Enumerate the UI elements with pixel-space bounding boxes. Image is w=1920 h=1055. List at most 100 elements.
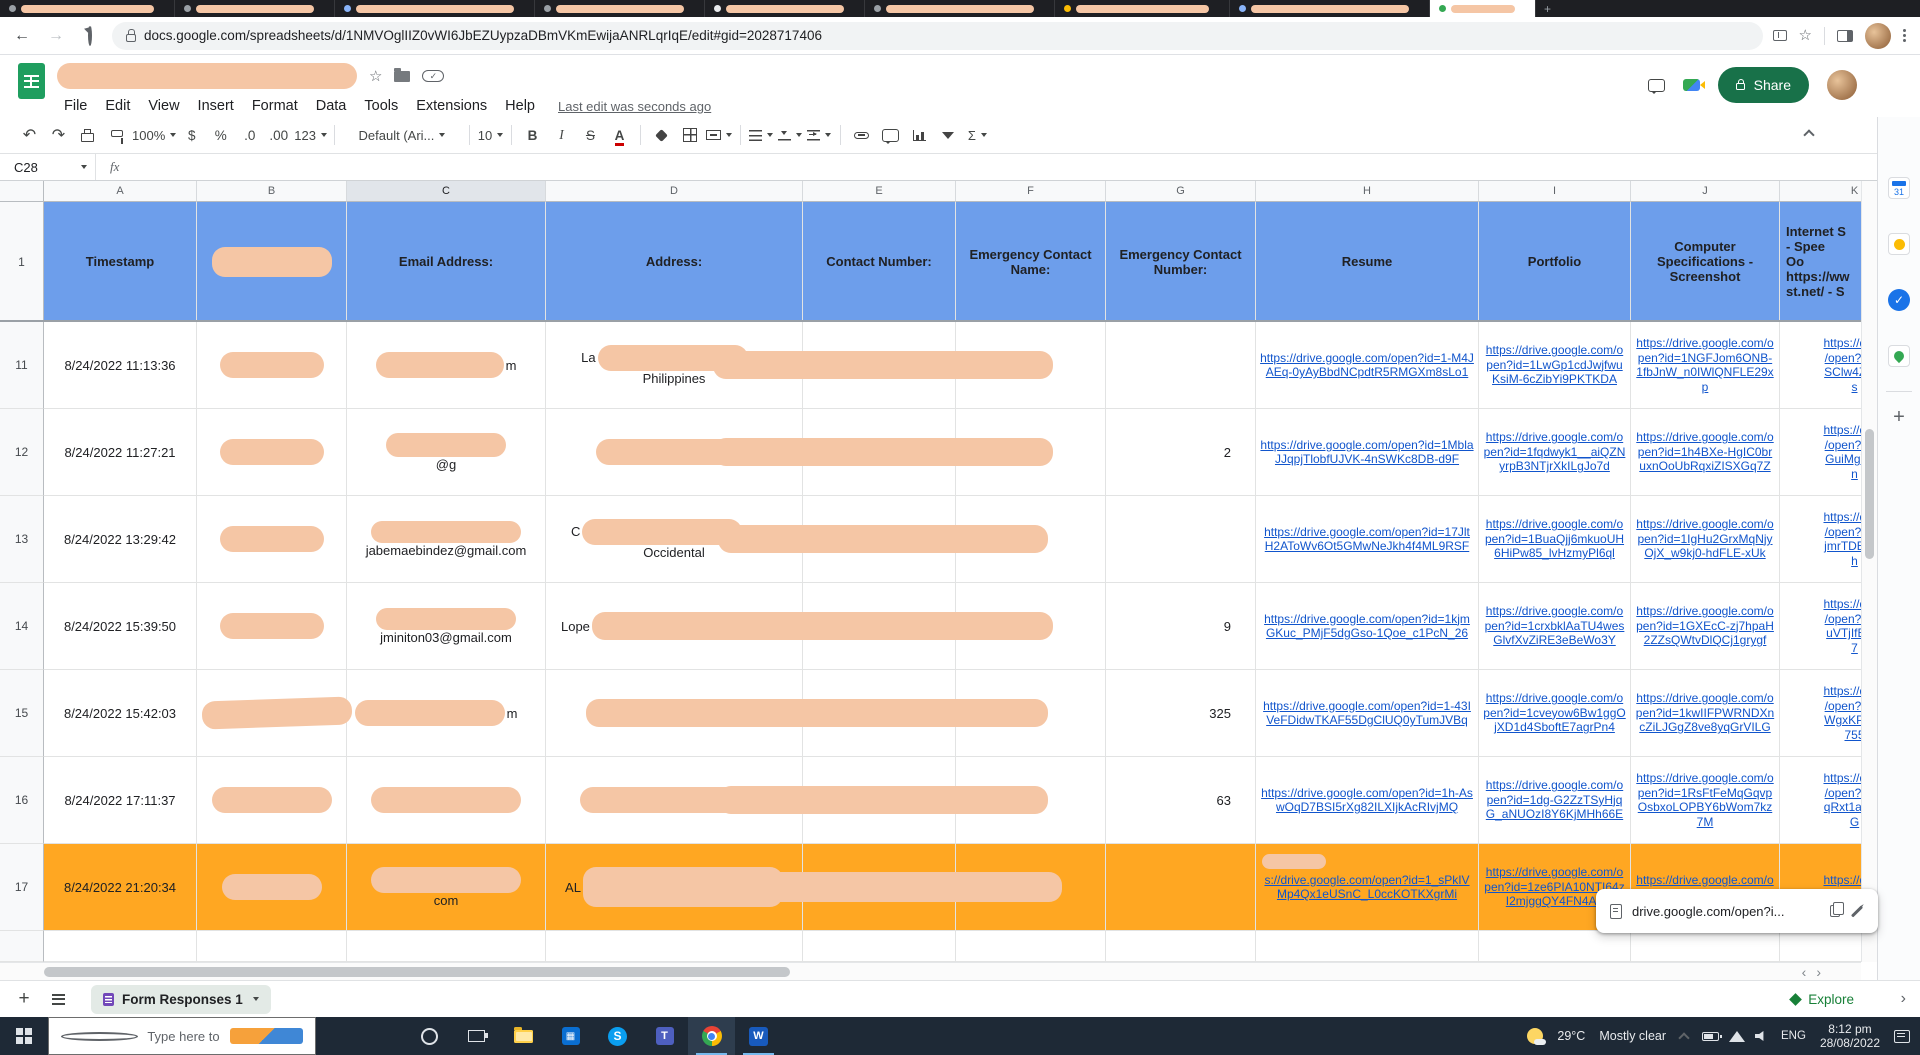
cell-J11[interactable]: https://drive.google.com/open?id=1NGFJom… xyxy=(1631,322,1780,409)
drive-link-fragment[interactable]: G xyxy=(1850,815,1859,830)
cell-H18[interactable] xyxy=(1256,931,1479,962)
share-page-icon[interactable] xyxy=(1772,30,1787,41)
cell-G11[interactable] xyxy=(1106,322,1256,409)
paint-format-button[interactable] xyxy=(103,122,130,149)
add-sheet-button[interactable]: + xyxy=(10,988,38,1010)
drive-link-fragment[interactable]: SClw4ZPTI xyxy=(1824,365,1861,380)
app-chrome[interactable] xyxy=(688,1017,735,1055)
row-header-17[interactable]: 17 xyxy=(0,844,44,931)
drive-link[interactable]: https://drive.google.com/open?id=1h4BXe-… xyxy=(1635,430,1775,474)
cell-I16[interactable]: https://drive.google.com/open?id=1dg-G2Z… xyxy=(1479,757,1631,844)
all-sheets-icon[interactable] xyxy=(52,993,65,1005)
cell-D1[interactable]: Address: xyxy=(546,202,803,322)
cell-E15[interactable] xyxy=(718,670,1048,757)
drive-link-fragment[interactable]: /open?id=1 xyxy=(1825,525,1861,540)
menu-file[interactable]: File xyxy=(57,96,94,116)
cell-H17[interactable]: s://drive.google.com/open?id=1_sPkIVMp4Q… xyxy=(1256,844,1479,931)
cell-K15[interactable]: https://drive/open?id=1WgxKPsSe755 xyxy=(1780,670,1861,757)
cell-E14[interactable] xyxy=(713,583,1053,670)
cell-C12[interactable]: @g xyxy=(347,409,546,496)
cell-K13[interactable]: https://drive/open?id=1jmrTDEo07h xyxy=(1780,496,1861,583)
drive-link[interactable]: https://drive.google.com/open?id=1fqdwyk… xyxy=(1483,430,1626,474)
scroll-left-icon[interactable]: ‹ xyxy=(1802,964,1807,980)
network-icon[interactable] xyxy=(1729,1030,1746,1042)
star-document-icon[interactable]: ☆ xyxy=(369,69,382,84)
column-header-E[interactable]: E xyxy=(803,181,956,202)
app-word[interactable]: W xyxy=(735,1017,782,1055)
cell-C1[interactable]: Email Address: xyxy=(347,202,546,322)
drive-link-fragment[interactable]: WgxKPsSe xyxy=(1824,713,1861,728)
cell-C13[interactable]: jabemaebindez@gmail.com xyxy=(347,496,546,583)
drive-link[interactable]: https://drive.google.com/open?id=1GXEcC-… xyxy=(1635,604,1775,648)
keep-icon[interactable] xyxy=(1888,233,1910,255)
battery-icon[interactable] xyxy=(1702,1031,1723,1041)
row-header-11[interactable]: 11 xyxy=(0,322,44,409)
drive-link[interactable]: s://drive.google.com/open?id=1_sPkIVMp4Q… xyxy=(1260,873,1474,902)
cell-K18[interactable] xyxy=(1780,931,1861,962)
cell-F1[interactable]: Emergency Contact Name: xyxy=(956,202,1106,322)
cell-G14[interactable]: 9 xyxy=(1106,583,1256,670)
browser-tab-5[interactable] xyxy=(705,0,865,17)
column-header-B[interactable]: B xyxy=(197,181,347,202)
cell-A17[interactable]: 8/24/2022 21:20:34 xyxy=(44,844,197,931)
row-header-1[interactable]: 1 xyxy=(0,202,44,322)
select-all-corner[interactable] xyxy=(0,181,44,202)
side-panel-icon[interactable] xyxy=(1837,29,1853,42)
cell-K12[interactable]: https://drive/open?id=1GuiMgY3lJn xyxy=(1780,409,1861,496)
cell-I14[interactable]: https://drive.google.com/open?id=1crxbkl… xyxy=(1479,583,1631,670)
borders-button[interactable] xyxy=(677,122,704,149)
drive-link-fragment[interactable]: h xyxy=(1851,554,1858,569)
strikethrough-button[interactable]: S xyxy=(577,122,604,149)
cell-A13[interactable]: 8/24/2022 13:29:42 xyxy=(44,496,197,583)
browser-tab-6[interactable] xyxy=(865,0,1055,17)
action-center-icon[interactable] xyxy=(1894,1029,1910,1043)
drive-link[interactable]: https://drive.google.com/open?id=1kjmGKu… xyxy=(1260,612,1474,641)
browser-profile-avatar[interactable] xyxy=(1865,22,1891,49)
drive-link-fragment[interactable]: GuiMgY3lJ xyxy=(1825,452,1861,467)
address-bar[interactable]: docs.google.com/spreadsheets/d/1NMVOglII… xyxy=(112,21,1763,50)
cell-A12[interactable]: 8/24/2022 11:27:21 xyxy=(44,409,197,496)
menu-tools[interactable]: Tools xyxy=(357,96,405,116)
cell-J16[interactable]: https://drive.google.com/open?id=1RsFtFe… xyxy=(1631,757,1780,844)
cell-A16[interactable]: 8/24/2022 17:11:37 xyxy=(44,757,197,844)
cell-B16[interactable] xyxy=(197,757,347,844)
cell-C11[interactable]: m xyxy=(347,322,546,409)
column-header-K[interactable]: K xyxy=(1780,181,1861,202)
cell-E11[interactable] xyxy=(713,322,1053,409)
column-header-F[interactable]: F xyxy=(956,181,1106,202)
drive-link[interactable]: https://drive.google.com/open?id=1cveyow… xyxy=(1483,691,1626,735)
drive-link-fragment[interactable]: https://drive xyxy=(1823,771,1861,786)
redo-button[interactable]: ↷ xyxy=(45,122,72,149)
drive-link-fragment[interactable]: https://drive xyxy=(1823,873,1861,888)
drive-link-fragment[interactable]: /open?id=1 xyxy=(1825,351,1861,366)
drive-link-fragment[interactable]: n xyxy=(1851,467,1858,482)
scroll-right-icon[interactable]: › xyxy=(1816,964,1821,980)
popup-url-text[interactable]: drive.google.com/open?i... xyxy=(1632,904,1820,919)
app-cortana[interactable] xyxy=(406,1017,453,1055)
volume-icon[interactable] xyxy=(1755,1031,1764,1041)
menu-edit[interactable]: Edit xyxy=(98,96,137,116)
cell-E1[interactable]: Contact Number: xyxy=(803,202,956,322)
cell-B14[interactable] xyxy=(197,583,347,670)
drive-link[interactable]: https://drive.google.com/open?id=1LwGp1c… xyxy=(1483,343,1626,387)
vertical-align-button[interactable] xyxy=(777,122,804,149)
cell-G12[interactable]: 2 xyxy=(1106,409,1256,496)
drive-link[interactable]: https://drive.google.com/open?id=1IgHu2G… xyxy=(1635,517,1775,561)
column-header-C[interactable]: C xyxy=(347,181,546,202)
row-header-15[interactable]: 15 xyxy=(0,670,44,757)
drive-link[interactable]: https://drive.google.com/open?id=1crxbkl… xyxy=(1483,604,1626,648)
cell-B15[interactable] xyxy=(197,670,352,757)
sheet-tab-form-responses[interactable]: Form Responses 1 xyxy=(91,984,271,1014)
cell-J14[interactable]: https://drive.google.com/open?id=1GXEcC-… xyxy=(1631,583,1780,670)
menu-view[interactable]: View xyxy=(141,96,186,116)
taskbar-search[interactable]: Type here to search xyxy=(48,1017,316,1055)
app-teams[interactable]: T xyxy=(641,1017,688,1055)
cell-J1[interactable]: Computer Specifications - Screenshot xyxy=(1631,202,1780,322)
cell-H14[interactable]: https://drive.google.com/open?id=1kjmGKu… xyxy=(1256,583,1479,670)
drive-link-fragment[interactable]: qRxt1au6I7 xyxy=(1824,800,1861,815)
edit-link-icon[interactable] xyxy=(1850,904,1864,918)
drive-link[interactable]: https://drive.google.com/open?id=1h-AswO… xyxy=(1260,786,1474,815)
drive-link-fragment[interactable]: https://drive xyxy=(1823,597,1861,612)
drive-link-fragment[interactable]: https://drive xyxy=(1823,423,1861,438)
name-box[interactable]: C28 xyxy=(0,154,96,180)
